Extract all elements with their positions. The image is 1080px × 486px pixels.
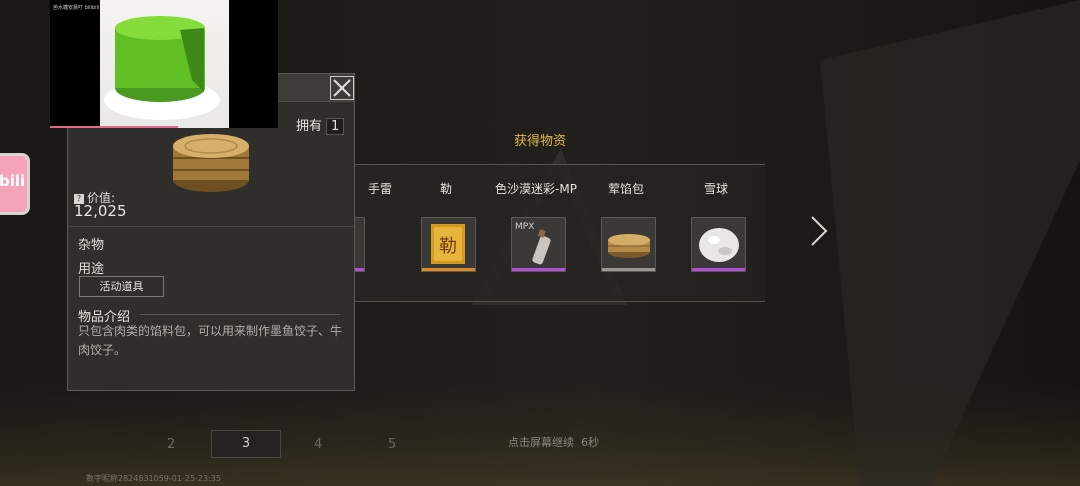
page-3[interactable]: 3 [211,430,281,458]
reward-item-snowball[interactable]: 雪球 [671,165,761,303]
rarity-bar [602,268,655,271]
continue-hint[interactable]: 点击屏幕继续 [508,434,574,450]
spray-can-icon: MPX [515,222,551,265]
rarity-bar [422,268,475,271]
close-button[interactable] [330,76,354,100]
golden-card-icon: 勒 [431,224,465,264]
reward-icon-box [691,217,746,272]
cake-image [104,16,220,120]
video-caption: 芭水糖安晨叮 bilibili [53,5,100,11]
bilibili-logo: bili [0,172,26,190]
svg-text:勒: 勒 [439,236,457,257]
page-4[interactable]: 4 [314,437,322,452]
chevron-right-icon[interactable] [806,213,832,249]
rarity-bar [512,268,565,271]
snowball-icon [699,228,739,262]
usage-tag[interactable]: 活动道具 [79,276,164,297]
steamer-basket-icon [173,134,249,192]
reward-name: 雪球 [703,182,728,196]
video-frame [100,0,229,128]
item-description: 只包含肉类的馅料包，可以用来制作墨鱼饺子、牛肉饺子。 [78,324,343,357]
reward-icon-box [601,217,656,272]
divider [140,314,340,315]
item-category: 杂物 [78,238,105,253]
bilibili-side-tab[interactable]: bili [0,153,30,215]
reward-icon-box: 勒 [421,217,476,272]
reward-item-camo[interactable]: 色沙漠迷彩-MP MPX [491,165,581,303]
rewards-list: 手雷 勒 勒 色沙漠迷彩-MP MPX 荤馅包 雪球 [310,164,765,303]
divider [68,226,354,227]
reward-item-bun[interactable]: 荤馅包 [581,165,671,303]
countdown: 6秒 [581,436,599,449]
owned-value: 1 [326,118,345,135]
owned-label: 拥有 [296,119,323,134]
reward-name: 色沙漠迷彩-MP [495,182,577,196]
reward-item-card[interactable]: 勒 勒 [401,165,491,303]
reward-name: 勒 [439,182,452,196]
rarity-bar [692,268,745,271]
reward-name: 荤馅包 [607,182,644,196]
item-value: 12,025 [74,202,127,220]
close-icon [333,79,351,97]
usage-title: 用途 [78,262,105,277]
steamer-basket-icon [608,234,650,258]
owned-count: 拥有 1 [296,115,345,135]
watermark: 数字昵称2824831059-01-25-23:35 [86,474,221,483]
page-2[interactable]: 2 [167,437,175,452]
svg-text:MPX: MPX [515,222,534,232]
video-progress [50,126,178,128]
page-5[interactable]: 5 [388,437,396,452]
video-overlay[interactable]: 芭水糖安晨叮 bilibili [50,0,278,128]
reward-icon-box: MPX [511,217,566,272]
